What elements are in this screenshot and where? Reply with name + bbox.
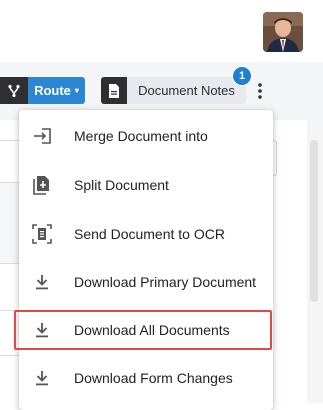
background-divider	[0, 263, 20, 264]
more-options-menu: Merge Document into Split Document Send …	[19, 110, 273, 410]
background-divider	[0, 355, 20, 356]
menu-item-label: Download Primary Document	[74, 274, 257, 290]
more-options-button[interactable]	[252, 78, 268, 104]
highlight-annotation	[14, 310, 272, 350]
document-notes-button[interactable]: Document Notes	[127, 77, 246, 104]
background-row	[0, 183, 20, 263]
menu-item-merge-document[interactable]: Merge Document into	[19, 118, 273, 154]
menu-item-label: Merge Document into	[74, 128, 208, 144]
document-notes-icon-button[interactable]	[101, 77, 127, 104]
split-document-icon	[32, 175, 52, 195]
menu-item-label: Send Document to OCR	[74, 226, 225, 242]
document-icon	[109, 83, 119, 98]
top-header	[0, 0, 323, 63]
menu-item-split-document[interactable]: Split Document	[19, 167, 273, 203]
route-button[interactable]: Route ▾	[28, 77, 85, 104]
route-label: Route	[34, 83, 71, 98]
document-notes-label: Document Notes	[138, 83, 235, 98]
user-avatar[interactable]	[263, 12, 303, 52]
workflow-branch-icon	[8, 84, 20, 97]
menu-item-label: Split Document	[74, 177, 169, 193]
menu-item-label: Download Form Changes	[74, 370, 233, 386]
background-divider	[0, 140, 20, 141]
ocr-scan-icon	[32, 224, 52, 244]
scrollbar-thumb[interactable]	[310, 140, 318, 302]
download-icon	[32, 272, 52, 292]
kebab-vertical-icon	[258, 83, 262, 99]
page-scrollbar[interactable]	[307, 120, 323, 403]
workflow-button[interactable]	[0, 77, 28, 104]
download-icon	[32, 368, 52, 388]
menu-item-download-form-changes[interactable]: Download Form Changes	[19, 360, 273, 396]
chevron-down-icon: ▾	[74, 86, 79, 95]
merge-arrow-icon	[32, 126, 52, 146]
menu-item-send-to-ocr[interactable]: Send Document to OCR	[19, 216, 273, 252]
notes-count-badge: 1	[232, 66, 252, 86]
menu-item-download-primary[interactable]: Download Primary Document	[19, 264, 273, 300]
user-avatar-photo-icon	[263, 12, 303, 52]
